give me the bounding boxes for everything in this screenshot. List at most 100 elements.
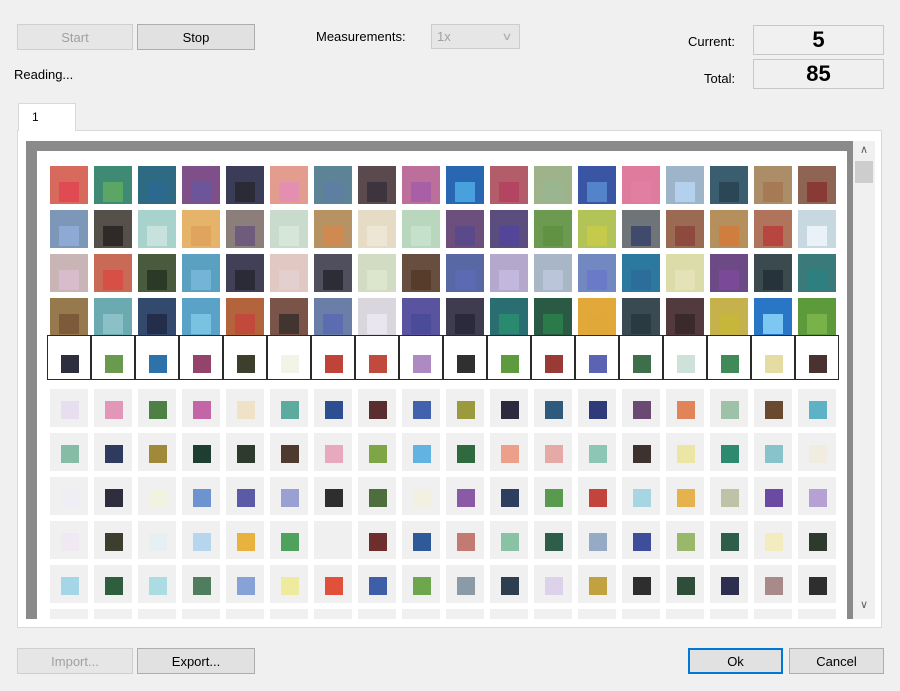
patch-inner	[807, 182, 827, 202]
pending-swatch	[61, 577, 79, 595]
export-button[interactable]: Export...	[137, 648, 255, 674]
scroll-up-icon[interactable]: ∧	[853, 143, 875, 156]
status-text: Reading...	[14, 67, 74, 82]
patch-inner	[235, 182, 255, 202]
pending-patch	[226, 521, 264, 559]
pending-patch	[578, 433, 616, 471]
patch-inner	[191, 182, 211, 202]
vertical-scrollbar[interactable]: ∧ ∨	[853, 141, 875, 619]
patch-inner	[279, 270, 299, 290]
pending-swatch	[721, 577, 739, 595]
patch-inner	[631, 226, 651, 246]
pending-patch	[490, 521, 528, 559]
current-row-cell	[91, 335, 135, 380]
stop-button[interactable]: Stop	[137, 24, 255, 50]
patch-inner	[543, 270, 563, 290]
pending-patch	[754, 389, 792, 427]
patch-inner	[631, 270, 651, 290]
measured-patch	[94, 166, 132, 204]
measured-patch	[754, 298, 792, 336]
patch-inner	[499, 226, 519, 246]
current-swatch	[281, 355, 299, 373]
import-button[interactable]: Import...	[17, 648, 133, 674]
measured-patch	[226, 298, 264, 336]
pending-patch	[182, 609, 220, 619]
pending-swatch	[413, 533, 431, 551]
pending-patch	[270, 433, 308, 471]
scrollbar-thumb[interactable]	[855, 161, 873, 183]
current-value: 5	[753, 25, 884, 55]
current-swatch	[765, 355, 783, 373]
measured-patch	[402, 166, 440, 204]
measured-patch	[578, 298, 616, 336]
pending-swatch	[281, 577, 299, 595]
pending-swatch	[325, 401, 343, 419]
patch-inner	[147, 182, 167, 202]
scroll-down-icon[interactable]: ∨	[853, 598, 875, 611]
cancel-button[interactable]: Cancel	[789, 648, 884, 674]
measured-patch	[402, 210, 440, 248]
patch-inner	[147, 314, 167, 334]
pending-patch	[798, 565, 836, 603]
measured-patch	[138, 298, 176, 336]
current-row-cell	[47, 335, 91, 380]
pending-patch	[270, 565, 308, 603]
pending-swatch	[545, 401, 563, 419]
pending-swatch	[237, 577, 255, 595]
measured-patch	[270, 210, 308, 248]
pending-swatch	[589, 577, 607, 595]
patch-inner	[807, 314, 827, 334]
pending-swatch	[633, 533, 651, 551]
measured-patch	[270, 166, 308, 204]
current-swatch	[677, 355, 695, 373]
pending-patch	[754, 433, 792, 471]
measurements-value: 1x	[437, 29, 451, 44]
patch-inner	[675, 270, 695, 290]
pending-patch	[534, 609, 572, 619]
pending-swatch	[501, 489, 519, 507]
patch-inner	[147, 226, 167, 246]
measured-patch	[50, 210, 88, 248]
pending-patch	[710, 609, 748, 619]
pending-patch	[50, 609, 88, 619]
current-swatch	[61, 355, 79, 373]
pending-swatch	[369, 533, 387, 551]
pending-swatch	[105, 577, 123, 595]
pending-patch	[534, 389, 572, 427]
pending-swatch	[545, 445, 563, 463]
measured-patch	[182, 254, 220, 292]
measured-patch	[534, 298, 572, 336]
current-swatch	[501, 355, 519, 373]
tab-1[interactable]: 1	[18, 103, 76, 131]
measured-patch	[534, 210, 572, 248]
pending-swatch	[325, 577, 343, 595]
pending-swatch	[149, 577, 167, 595]
pending-patch	[50, 433, 88, 471]
current-swatch	[721, 355, 739, 373]
measured-patch	[94, 254, 132, 292]
measured-patch	[94, 298, 132, 336]
pending-swatch	[281, 489, 299, 507]
current-swatch	[149, 355, 167, 373]
measured-patch	[138, 166, 176, 204]
pending-swatch	[149, 445, 167, 463]
patch-inner	[103, 270, 123, 290]
pending-patch	[622, 565, 660, 603]
measured-patch	[666, 298, 704, 336]
pending-patch	[182, 389, 220, 427]
pending-swatch	[589, 489, 607, 507]
pending-patch	[446, 433, 484, 471]
start-button[interactable]: Start	[17, 24, 133, 50]
pending-swatch	[545, 577, 563, 595]
pending-patch	[490, 609, 528, 619]
pending-patch	[138, 565, 176, 603]
measured-patch	[50, 166, 88, 204]
pending-patch	[798, 521, 836, 559]
pending-patch	[226, 477, 264, 515]
pending-patch	[182, 433, 220, 471]
measurements-select[interactable]: 1x ∨	[431, 24, 520, 49]
measured-patch	[754, 254, 792, 292]
current-row-cell	[751, 335, 795, 380]
pending-swatch	[765, 401, 783, 419]
ok-button[interactable]: Ok	[688, 648, 783, 674]
